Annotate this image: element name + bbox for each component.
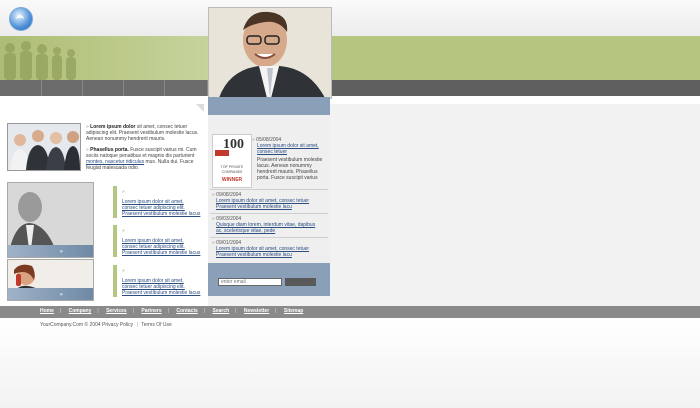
- award-badge: 100 TOP PRIVATE COMPANIES WINNER: [212, 134, 252, 188]
- photo-card-phone-woman[interactable]: »: [7, 259, 94, 301]
- news-2-link2[interactable]: ac, scelerisque vitae, pede: [216, 228, 328, 234]
- news-item-1: » 09/08/2004 Lorem ipsum dolor sit amet,…: [212, 192, 328, 210]
- photo-card-bar: [8, 245, 93, 257]
- logo-glyph-icon: [16, 15, 24, 19]
- nav-segment-2[interactable]: [42, 80, 83, 96]
- award-line1: TOP PRIVATE: [220, 165, 244, 169]
- news-divider: [210, 213, 328, 214]
- news-top-text: Praesent vestibulum molestie lacus. Aene…: [257, 157, 323, 181]
- feature-2-link-line3[interactable]: Praesent vestibulum molestie lacus: [122, 250, 208, 256]
- news-3-link2[interactable]: Praesent vestibulum molestie lacu: [216, 252, 328, 258]
- footer-separator: |: [235, 308, 237, 314]
- hero-strip: [208, 97, 330, 115]
- subscribe-button[interactable]: [285, 278, 316, 286]
- feature-3-link-line3[interactable]: Praesent vestibulum molestie lacus: [122, 290, 208, 296]
- feature-1-marker: [113, 186, 117, 218]
- nav-segment-1[interactable]: [0, 80, 42, 96]
- bullet-icon: »: [122, 228, 125, 234]
- under-nav-band: [0, 96, 700, 104]
- nav-segment-4[interactable]: [124, 80, 165, 96]
- arrow-right-icon: »: [59, 249, 63, 255]
- photo-card-businessman[interactable]: »: [7, 182, 94, 258]
- news-divider: [210, 237, 328, 238]
- feature-3-marker: [113, 265, 117, 297]
- hero-photo: [208, 7, 332, 99]
- footer-nav: Home | Company | Services | Partners | Conta…: [40, 308, 303, 314]
- feature-item-1: » Lorem ipsum dolor sit amet, consec tet…: [122, 189, 208, 217]
- news-divider: [210, 189, 328, 190]
- footer-link-search[interactable]: Search: [212, 308, 229, 314]
- footer-link-sitemap[interactable]: Sitemap: [284, 308, 303, 314]
- nav-segment-3[interactable]: [83, 80, 124, 96]
- smiling-man-image: [209, 8, 331, 98]
- intro-paragraph-2: » Phasellus porta. Fusce suscipit varius…: [86, 147, 204, 171]
- feature-1-link-line3[interactable]: Praesent vestibulum molestie lacus: [122, 211, 208, 217]
- footer-link-services[interactable]: Services: [106, 308, 127, 314]
- arrow-right-icon: »: [59, 292, 63, 298]
- news-top-link2[interactable]: consec tetuer: [257, 149, 328, 155]
- feature-item-2: » Lorem ipsum dolor sit amet, consec tet…: [122, 228, 208, 256]
- footer-separator: |: [136, 322, 138, 328]
- award-red-stamp: [215, 150, 229, 156]
- bullet-icon: »: [122, 189, 125, 195]
- corner-fold-icon: [196, 104, 204, 112]
- feature-2-marker: [113, 225, 117, 257]
- footer-separator: |: [275, 308, 277, 314]
- news-item-2: » 09/03/2004 Quisque diam lorem, interdu…: [212, 216, 328, 234]
- footer-separator: |: [132, 308, 134, 314]
- team-photo: [7, 123, 81, 171]
- news-item-3: » 09/01/2004 Lorem ipsum dolor sit amet,…: [212, 240, 328, 258]
- footer-link-newsletter[interactable]: Newsletter: [244, 308, 269, 314]
- copyright-text: YourCompany.Com © 2004: [40, 322, 101, 328]
- award-line2: COMPANIES: [221, 170, 243, 174]
- footer-link-company[interactable]: Company: [69, 308, 92, 314]
- feature-item-3: » Lorem ipsum dolor sit amet, consec tet…: [122, 268, 208, 296]
- footer-link-home[interactable]: Home: [40, 308, 54, 314]
- footer-link-partners[interactable]: Partners: [141, 308, 161, 314]
- nav-segment-5[interactable]: [165, 80, 208, 96]
- business-team-image: [8, 124, 80, 170]
- footer-separator: |: [97, 308, 99, 314]
- footer-separator: |: [203, 308, 206, 314]
- intro-paragraph-1: » Lorem ipsum dolor sit amet, consec tet…: [86, 124, 204, 142]
- privacy-policy-link[interactable]: Privacy Policy: [102, 322, 133, 328]
- terms-of-use-link[interactable]: Terms Of Use: [141, 322, 172, 328]
- news-top-item: » 05/08/2004 Lorem ipsum dolor sit amet,…: [252, 137, 328, 181]
- people-silhouettes-icon: [4, 41, 76, 80]
- footer-separator: |: [59, 308, 62, 314]
- copyright-line: YourCompany.Com © 2004 Privacy Policy | …: [40, 322, 172, 328]
- top-band: [0, 0, 700, 36]
- news-1-link2[interactable]: Praesent vestibulum molestie lacu: [216, 204, 328, 210]
- award-winner: WINNER: [221, 177, 243, 183]
- bullet-icon: »: [122, 268, 125, 274]
- photo-card-bar: [8, 288, 93, 300]
- footer-link-contacts[interactable]: Contacts: [176, 308, 197, 314]
- footer-background: [0, 318, 700, 408]
- email-field[interactable]: [218, 278, 282, 286]
- footer-separator: |: [167, 308, 169, 314]
